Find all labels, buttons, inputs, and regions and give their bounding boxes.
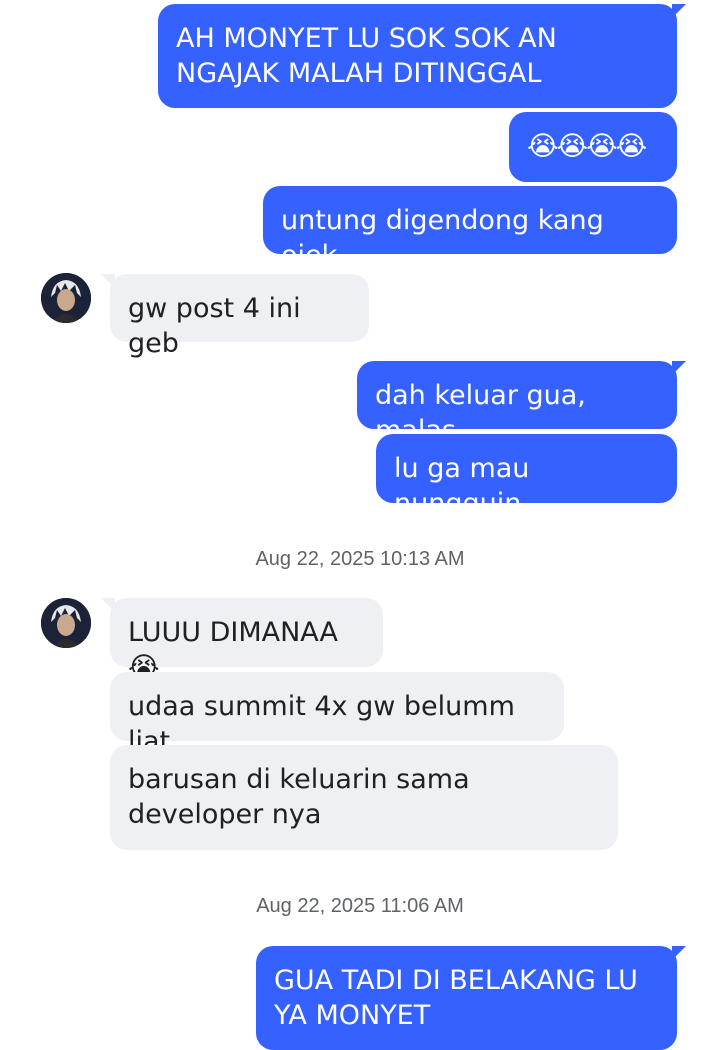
message-incoming[interactable]: udaa summit 4x gw belumm liat [110, 672, 564, 757]
message-outgoing[interactable]: dah keluar gua, malas [357, 361, 686, 446]
message-incoming[interactable]: LUUU DIMANAA😭 [101, 598, 383, 683]
contact-avatar[interactable] [41, 273, 91, 323]
message-outgoing[interactable]: untung digendong kang ojek [263, 186, 677, 271]
timestamp: Aug 22, 2025 11:06 AM [256, 895, 464, 917]
avatar-image [41, 273, 91, 323]
message-outgoing[interactable]: lu ga mau nungguin [376, 434, 677, 519]
message-outgoing[interactable]: GUA TADI DI BELAKANG LU YA MONYET [256, 946, 686, 1050]
message-outgoing[interactable]: AH MONYET LU SOK SOK AN NGAJAK MALAH DIT… [158, 4, 686, 108]
message-outgoing-emoji[interactable]: 😭😭😭😭 [509, 112, 677, 182]
timestamp: Aug 22, 2025 10:13 AM [255, 548, 465, 570]
contact-avatar[interactable] [41, 598, 91, 648]
chat-thread: AH MONYET LU SOK SOK AN NGAJAK MALAH DIT… [0, 0, 720, 1050]
avatar-image [41, 598, 91, 648]
message-incoming[interactable]: barusan di keluarin sama developer nya [110, 745, 618, 850]
message-incoming[interactable]: gw post 4 ini geb [101, 274, 369, 359]
